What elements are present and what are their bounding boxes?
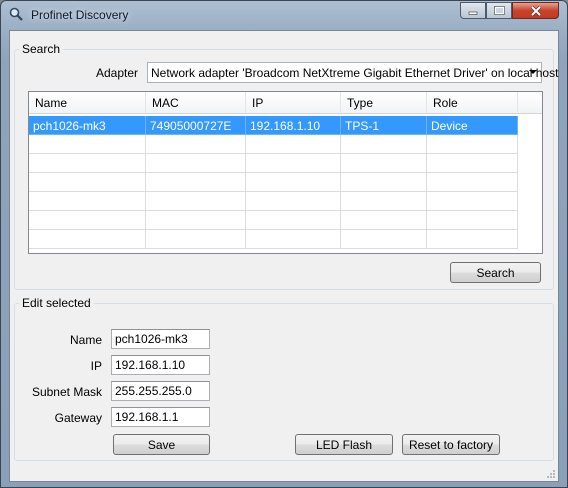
- column-header-name[interactable]: Name: [29, 92, 146, 114]
- minimize-button[interactable]: [460, 2, 486, 19]
- resize-grip-icon[interactable]: [545, 468, 556, 479]
- empty-row: [29, 173, 518, 192]
- empty-cell: [29, 211, 146, 230]
- empty-cell: [427, 192, 518, 211]
- empty-cell: [341, 135, 427, 154]
- empty-cell: [146, 135, 246, 154]
- empty-cell: [427, 135, 518, 154]
- subnet-mask-field[interactable]: 255.255.255.0: [111, 381, 210, 401]
- magnifier-icon: [9, 7, 23, 21]
- chevron-down-icon[interactable]: [529, 70, 537, 74]
- ip-label: IP: [90, 359, 102, 373]
- empty-row: [29, 230, 518, 249]
- empty-row: [29, 192, 518, 211]
- cell-role: Device: [427, 116, 518, 135]
- column-header-mac[interactable]: MAC: [146, 92, 246, 114]
- empty-cell: [341, 173, 427, 192]
- adapter-label: Adapter: [95, 66, 138, 80]
- empty-cell: [146, 192, 246, 211]
- empty-row: [29, 135, 518, 154]
- table-row[interactable]: pch1026-mk3 74905000727E 192.168.1.10 TP…: [29, 116, 518, 135]
- empty-row: [29, 154, 518, 173]
- name-field[interactable]: pch1026-mk3: [111, 329, 210, 349]
- adapter-select-value: Network adapter 'Broadcom NetXtreme Giga…: [151, 66, 559, 80]
- column-header-type[interactable]: Type: [341, 92, 427, 114]
- empty-cell: [341, 154, 427, 173]
- reset-to-factory-button[interactable]: Reset to factory: [402, 434, 500, 455]
- main-window: Profinet Discovery Search Adapter Networ…: [0, 0, 568, 488]
- empty-cell: [146, 154, 246, 173]
- search-group-label: Search: [19, 42, 64, 56]
- client-area: Search Adapter Network adapter 'Broadcom…: [9, 30, 559, 482]
- empty-cell: [246, 135, 341, 154]
- column-header-filler: [518, 92, 542, 114]
- edit-group-label: Edit selected: [19, 296, 94, 310]
- ip-field[interactable]: 192.168.1.10: [111, 355, 210, 375]
- cell-mac: 74905000727E: [146, 116, 246, 135]
- subnet-mask-label: Subnet Mask: [31, 385, 102, 399]
- close-icon: [530, 5, 541, 16]
- empty-cell: [246, 230, 341, 249]
- empty-cell: [246, 211, 341, 230]
- device-list[interactable]: Name MAC IP Type Role pch1026-mk3 749050…: [28, 91, 543, 254]
- close-button[interactable]: [512, 2, 559, 19]
- cell-type: TPS-1: [341, 116, 427, 135]
- minimize-icon: [468, 11, 478, 15]
- empty-cell: [427, 154, 518, 173]
- empty-cell: [29, 192, 146, 211]
- empty-cell: [246, 173, 341, 192]
- search-button[interactable]: Search: [450, 262, 541, 283]
- gateway-label: Gateway: [54, 411, 102, 425]
- column-header-role[interactable]: Role: [427, 92, 518, 114]
- empty-cell: [341, 211, 427, 230]
- column-header-ip[interactable]: IP: [246, 92, 341, 114]
- led-flash-button[interactable]: LED Flash: [295, 434, 393, 455]
- empty-cell: [146, 173, 246, 192]
- empty-cell: [146, 211, 246, 230]
- cell-name: pch1026-mk3: [29, 116, 146, 135]
- name-label: Name: [69, 333, 102, 347]
- empty-cell: [29, 135, 146, 154]
- empty-cell: [29, 173, 146, 192]
- cell-ip: 192.168.1.10: [246, 116, 341, 135]
- empty-cell: [427, 211, 518, 230]
- empty-cell: [246, 154, 341, 173]
- title-bar[interactable]: Profinet Discovery: [1, 1, 567, 29]
- empty-row: [29, 211, 518, 230]
- maximize-icon: [493, 6, 505, 15]
- adapter-select[interactable]: Network adapter 'Broadcom NetXtreme Giga…: [147, 62, 558, 83]
- maximize-button[interactable]: [486, 2, 512, 19]
- empty-cell: [427, 173, 518, 192]
- empty-cell: [341, 192, 427, 211]
- window-title: Profinet Discovery: [31, 8, 129, 22]
- empty-cell: [29, 230, 146, 249]
- empty-cell: [146, 230, 246, 249]
- empty-cell: [427, 230, 518, 249]
- empty-cell: [29, 154, 146, 173]
- gateway-field[interactable]: 192.168.1.1: [111, 407, 210, 427]
- save-button[interactable]: Save: [113, 434, 210, 455]
- empty-cell: [341, 230, 427, 249]
- empty-cell: [246, 192, 341, 211]
